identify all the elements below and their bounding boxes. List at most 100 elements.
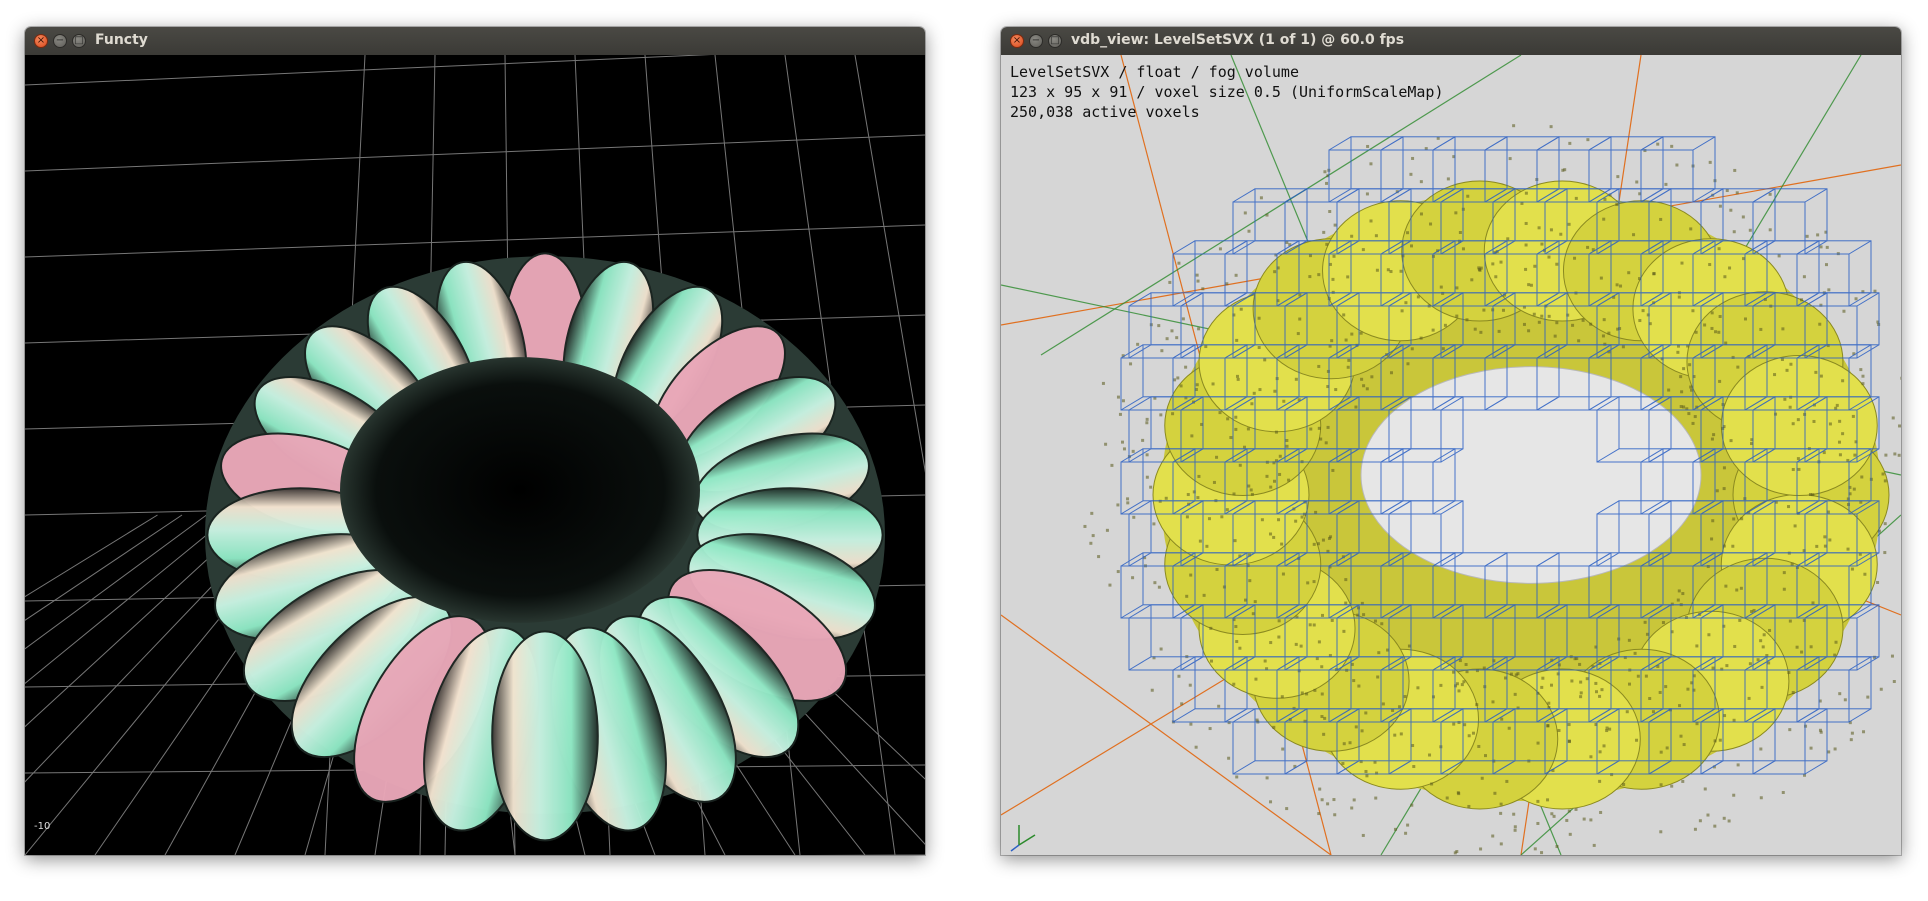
window-title: vdb_view: LevelSetSVX (1 of 1) @ 60.0 fp… xyxy=(1071,32,1404,48)
voxel-cell xyxy=(1357,606,1360,609)
voxel-cell xyxy=(1728,266,1731,269)
voxel-cell xyxy=(1670,145,1673,148)
voxel-cell xyxy=(1828,538,1831,541)
voxel-cell xyxy=(1680,390,1683,393)
voxel-cell xyxy=(1555,845,1558,848)
voxel-cell xyxy=(1568,810,1571,813)
voxel-cell xyxy=(1309,428,1312,431)
voxel-cell xyxy=(1317,812,1320,815)
voxel-cell xyxy=(1841,432,1844,435)
voxel-cell xyxy=(1444,324,1447,327)
voxel-cell xyxy=(1533,265,1536,268)
voxel-cell xyxy=(1256,719,1259,722)
voxel-cell xyxy=(1789,406,1792,409)
voxel-cell xyxy=(1769,193,1772,196)
voxel-cell xyxy=(1827,288,1830,291)
voxel-cell xyxy=(1189,723,1192,726)
voxel-cell xyxy=(1842,310,1845,313)
voxel-hole xyxy=(1361,367,1701,584)
maximize-icon[interactable]: □ xyxy=(72,34,86,48)
voxel-cell xyxy=(1514,825,1517,828)
voxel-cell xyxy=(1694,415,1697,418)
voxel-cell xyxy=(1117,396,1120,399)
voxel-cell xyxy=(1187,493,1190,496)
voxel-cell xyxy=(1749,229,1752,232)
voxel-cell xyxy=(1863,573,1866,576)
voxel-cell xyxy=(1792,468,1795,471)
voxel-cell xyxy=(1210,660,1213,663)
voxel-cell xyxy=(1710,537,1713,540)
voxel-cell xyxy=(1550,125,1553,128)
voxel-cell xyxy=(1343,742,1346,745)
minimize-icon[interactable]: − xyxy=(1029,34,1043,48)
voxel-cell xyxy=(1710,327,1713,330)
voxel-cell xyxy=(1313,689,1316,692)
voxel-cell xyxy=(1272,536,1275,539)
voxel-cell xyxy=(1350,235,1353,238)
voxel-cell xyxy=(1131,576,1134,579)
voxel-cell xyxy=(1768,629,1771,632)
maximize-icon[interactable]: □ xyxy=(1048,34,1062,48)
vdb-window: × − □ vdb_view: LevelSetSVX (1 of 1) @ 6… xyxy=(1001,27,1901,855)
torus-ridge xyxy=(492,631,598,840)
close-icon[interactable]: × xyxy=(1010,34,1024,48)
voxel-cell xyxy=(1233,492,1236,495)
voxel-cell xyxy=(1536,800,1539,803)
voxel-cell xyxy=(1309,254,1312,257)
voxel-cell xyxy=(1603,318,1606,321)
voxel-cell xyxy=(1714,330,1717,333)
voxel-cell xyxy=(1598,695,1601,698)
voxel-cell xyxy=(1273,270,1276,273)
voxel-cell xyxy=(1735,589,1738,592)
vdb-titlebar[interactable]: × − □ vdb_view: LevelSetSVX (1 of 1) @ 6… xyxy=(1001,27,1901,56)
voxel-cell xyxy=(1575,808,1578,811)
voxel-cell xyxy=(1273,390,1276,393)
voxel-cell xyxy=(1491,262,1494,265)
wireframe-edge xyxy=(1805,189,1827,202)
voxel-cell xyxy=(1357,685,1360,688)
voxel-cell xyxy=(1189,574,1192,577)
voxel-cell xyxy=(1525,192,1528,195)
voxel-cell xyxy=(1225,282,1228,285)
voxel-cell xyxy=(1420,180,1423,183)
voxel-cell xyxy=(1659,691,1662,694)
voxel-cell xyxy=(1569,833,1572,836)
voxel-cell xyxy=(1733,230,1736,233)
voxel-cell xyxy=(1796,646,1799,649)
voxel-cell xyxy=(1325,182,1328,185)
voxel-cell xyxy=(1689,386,1692,389)
voxel-cell xyxy=(1306,581,1309,584)
voxel-cell xyxy=(1205,545,1208,548)
voxel-cell xyxy=(1376,269,1379,272)
close-icon[interactable]: × xyxy=(34,34,48,48)
functy-titlebar[interactable]: × − □ Functy xyxy=(25,27,925,56)
voxel-cell xyxy=(1681,780,1684,783)
voxel-cell xyxy=(1659,218,1662,221)
voxel-cell xyxy=(1818,323,1821,326)
vdb-3d-viewport[interactable]: LevelSetSVX / float / fog volume 123 x 9… xyxy=(1001,55,1901,855)
voxel-cell xyxy=(1555,321,1558,324)
voxel-cell xyxy=(1462,247,1465,250)
voxel-cell xyxy=(1688,363,1691,366)
voxel-cell xyxy=(1855,297,1858,300)
voxel-cell xyxy=(1305,692,1308,695)
voxel-cell xyxy=(1660,783,1663,786)
functy-3d-viewport[interactable]: -10 xyxy=(25,55,925,855)
voxel-cell xyxy=(1213,481,1216,484)
voxel-cell xyxy=(1838,441,1841,444)
voxel-cell xyxy=(1234,539,1237,542)
voxel-cell xyxy=(1229,436,1232,439)
voxel-cell xyxy=(1430,782,1433,785)
voxel-cell xyxy=(1866,696,1869,699)
voxel-cell xyxy=(1243,446,1246,449)
voxel-cell xyxy=(1342,313,1345,316)
voxel-cell xyxy=(1321,614,1324,617)
minimize-icon[interactable]: − xyxy=(53,34,67,48)
voxel-cell xyxy=(1347,359,1350,362)
voxel-cell xyxy=(1603,744,1606,747)
voxel-cell xyxy=(1589,755,1592,758)
voxel-cell xyxy=(1794,524,1797,527)
voxel-cell xyxy=(1390,371,1393,374)
voxel-cell xyxy=(1824,545,1827,548)
voxel-cell xyxy=(1234,416,1237,419)
